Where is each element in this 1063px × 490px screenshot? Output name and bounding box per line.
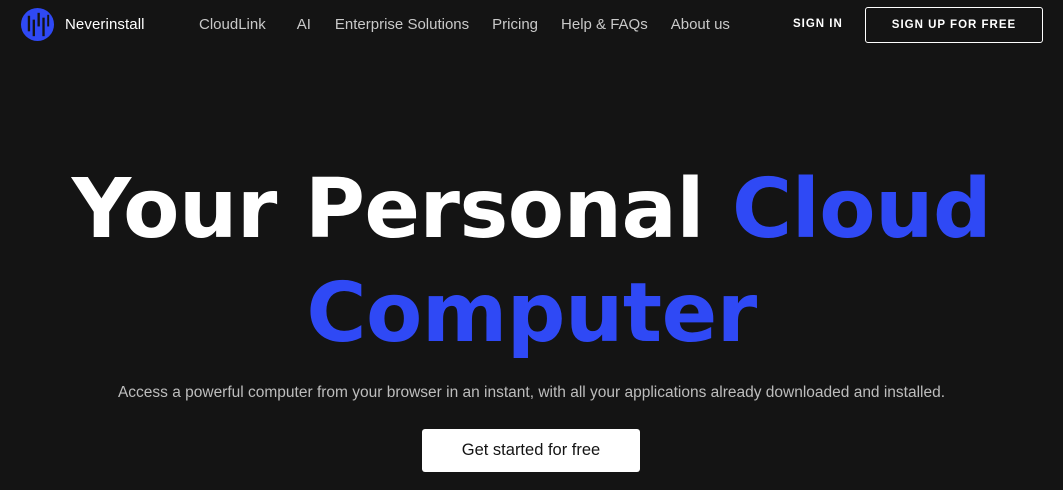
nav-item-cloudlink[interactable]: CloudLink bbox=[199, 16, 266, 33]
top-navbar: Neverinstall CloudLink AI Enterprise Sol… bbox=[0, 0, 1063, 50]
sign-up-button[interactable]: SIGN UP FOR FREE bbox=[865, 7, 1043, 43]
nav-item-help-faqs[interactable]: Help & FAQs bbox=[561, 16, 648, 33]
hero-title-accent-computer: Computer bbox=[306, 266, 757, 361]
nav-item-enterprise-solutions[interactable]: Enterprise Solutions bbox=[335, 16, 469, 33]
hero-title-accent-cloud: Cloud bbox=[732, 162, 992, 257]
sign-in-link[interactable]: SIGN IN bbox=[793, 18, 843, 30]
nav-item-ai[interactable]: AI bbox=[297, 16, 311, 33]
hero-title: Your Personal Cloud Computer bbox=[0, 158, 1063, 366]
nav-item-pricing[interactable]: Pricing bbox=[492, 16, 538, 33]
nav-item-about-us[interactable]: About us bbox=[671, 16, 730, 33]
neverinstall-logo-icon bbox=[20, 7, 55, 42]
hero-title-plain: Your Personal bbox=[71, 162, 705, 257]
brand-logo-link[interactable]: Neverinstall bbox=[20, 7, 145, 42]
brand-name: Neverinstall bbox=[65, 16, 145, 33]
get-started-button[interactable]: Get started for free bbox=[422, 429, 640, 472]
hero-subtitle: Access a powerful computer from your bro… bbox=[117, 384, 946, 401]
main-nav: CloudLink AI Enterprise Solutions Pricin… bbox=[199, 16, 753, 33]
